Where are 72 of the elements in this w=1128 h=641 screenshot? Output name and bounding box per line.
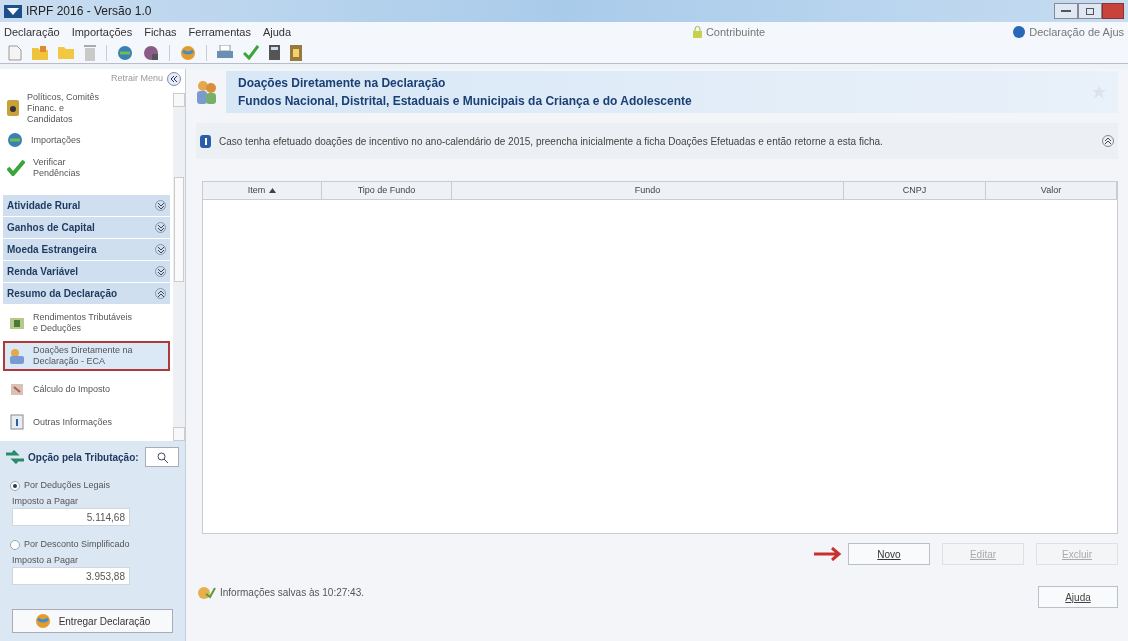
menu-item[interactable]: Ferramentas xyxy=(188,23,251,41)
save-icon xyxy=(196,584,216,600)
column-header[interactable]: Item xyxy=(203,182,322,199)
double-chevron-icon xyxy=(170,76,178,82)
sidebar-item[interactable]: Políticos, Comitês Financ. e Candidatos xyxy=(3,91,170,125)
checkmark-icon xyxy=(7,160,25,176)
info-document-icon xyxy=(9,414,25,430)
checkmark-icon[interactable] xyxy=(243,45,259,60)
radio-label: Por Desconto Simplificado xyxy=(24,538,130,551)
help-book-icon[interactable] xyxy=(290,44,302,61)
minimize-button[interactable] xyxy=(1054,3,1078,19)
chevron-up-icon xyxy=(1105,138,1111,144)
sidebar-item[interactable]: Cálculo do Imposto xyxy=(3,374,170,404)
help-button[interactable]: Ajuda xyxy=(1038,586,1118,608)
radio-button[interactable] xyxy=(10,539,20,550)
collapse-button[interactable] xyxy=(167,72,181,86)
globe-icon[interactable] xyxy=(180,44,196,61)
sidebar-item[interactable]: Doações Diretamente na Declaração - ECA xyxy=(3,341,170,371)
trash-icon[interactable] xyxy=(84,44,96,61)
submit-button[interactable]: Entregar Declaração xyxy=(12,609,173,633)
action-button: Excluir xyxy=(1036,543,1118,565)
status-text: Informações salvas às 10:27:43. xyxy=(220,585,364,600)
section-header[interactable]: Atividade Rural xyxy=(3,195,170,216)
arrows-icon xyxy=(6,450,24,464)
maximize-button[interactable] xyxy=(1078,3,1102,19)
collapse-menu-label: Retrair Menu xyxy=(110,72,163,86)
open-folder-icon[interactable] xyxy=(32,45,48,60)
column-header[interactable]: Valor xyxy=(986,182,1117,199)
section-header[interactable]: Resumo da Declaração xyxy=(3,283,170,304)
search-button[interactable] xyxy=(145,447,179,467)
page-title: Doações Diretamente na Declaração xyxy=(238,75,447,92)
menu-item[interactable]: Importações xyxy=(71,23,133,41)
sidebar-item[interactable]: Importações xyxy=(3,127,170,153)
page-subtitle: Fundos Nacional, Distrital, Estaduais e Municipais da Criança e do Adolescente xyxy=(238,93,692,110)
section-header[interactable]: Moeda Estrangeira xyxy=(3,239,170,260)
declaration-type: Declaração de Ajus xyxy=(1029,24,1124,40)
section-title: Opção pela Tributação: xyxy=(28,450,139,465)
sidebar-item[interactable]: Outras Informações xyxy=(3,407,170,437)
sidebar-item[interactable]: Verificar Pendências xyxy=(3,155,170,181)
column-header[interactable]: Tipo de Fundo xyxy=(322,182,452,199)
info-circle-icon xyxy=(1013,26,1026,38)
document-icon[interactable] xyxy=(8,44,22,61)
contributor-label: Contribuinte xyxy=(705,24,766,40)
section-header[interactable]: Renda Variável xyxy=(3,261,170,282)
lock-icon xyxy=(692,26,702,38)
field-label: Imposto a Pagar xyxy=(11,553,80,567)
column-header[interactable]: Fundo xyxy=(452,182,844,199)
radio-label: Por Deduções Legais xyxy=(24,479,111,492)
window-title: IRPF 2016 - Versão 1.0 xyxy=(26,3,152,20)
amount-field: 5.114,68 xyxy=(12,508,130,526)
badge-icon xyxy=(7,100,19,116)
app-logo-icon xyxy=(4,4,22,18)
action-button: Editar xyxy=(942,543,1024,565)
radio-button[interactable] xyxy=(10,480,20,491)
section-header[interactable]: Ganhos de Capital xyxy=(3,217,170,238)
action-button[interactable]: Novo xyxy=(848,543,930,565)
menu-item[interactable]: Declaração xyxy=(4,23,60,41)
menu-item[interactable]: Fichas xyxy=(144,23,177,41)
sidebar-item[interactable]: Rendimentos Tributáveis e Deduções xyxy=(3,308,170,338)
menu-item[interactable]: Ajuda xyxy=(262,23,292,41)
field-label: Imposto a Pagar xyxy=(11,494,80,508)
scrollbar[interactable] xyxy=(173,93,185,441)
money-icon xyxy=(9,315,25,331)
amount-field: 3.953,88 xyxy=(12,567,130,585)
column-header[interactable]: CNPJ xyxy=(844,182,986,199)
printer-icon[interactable] xyxy=(217,45,233,60)
info-icon xyxy=(200,134,211,148)
search-icon xyxy=(156,451,168,463)
arrow-icon xyxy=(814,547,844,561)
info-message: Caso tenha efetuado doações de incentivo no ano-calendário de 2015, preencha inicialmente a ficha Doações Efetuadas e então retorne a esta ficha. xyxy=(219,134,884,149)
collapse-info-button[interactable] xyxy=(1102,135,1114,147)
globe-icon xyxy=(34,613,51,629)
